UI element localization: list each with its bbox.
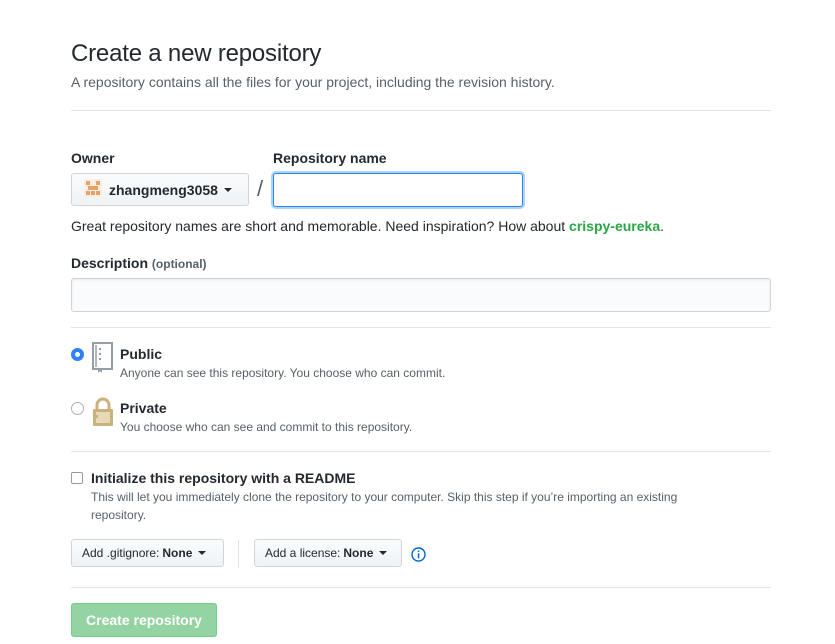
public-description: Anyone can see this repository. You choo… [120,366,446,380]
owner-label: Owner [71,150,115,166]
description-input[interactable] [71,278,771,312]
readme-checkbox[interactable] [71,472,83,484]
gitignore-dropdown[interactable]: Add .gitignore: None [71,539,224,567]
page-subtitle: A repository contains all the files for … [71,74,555,90]
public-radio[interactable] [71,348,84,361]
license-value: None [343,546,374,560]
vertical-divider [238,540,239,568]
owner-avatar [84,179,109,200]
chevron-down-icon [223,187,232,192]
divider [71,110,771,111]
divider [71,327,771,328]
license-dropdown[interactable]: Add a license: None [254,539,402,567]
readme-note-line2: repository. [91,508,147,522]
description-label-text: Description [71,255,149,271]
owner-value: zhangmeng3058 [109,181,218,198]
owner-dropdown[interactable]: zhangmeng3058 [71,173,249,206]
hint-text: Great repository names are short and mem… [71,218,570,234]
repo-book-icon [90,342,116,379]
gitignore-value: None [162,546,193,560]
private-radio[interactable] [71,402,84,415]
chevron-down-icon [379,551,388,555]
gitignore-label: Add .gitignore: [82,546,160,560]
divider [71,451,771,452]
info-icon[interactable] [411,547,426,567]
owner-repo-separator: / [257,176,264,201]
repo-name-input[interactable] [273,173,523,207]
page-title: Create a new repository [71,40,322,67]
description-label: Description (optional) [71,255,207,271]
lock-icon [90,396,116,433]
optional-tag: (optional) [151,257,207,271]
hint-end: . [660,218,664,234]
private-description: You choose who can see and commit to thi… [120,420,413,434]
repo-name-hint: Great repository names are short and mem… [71,218,664,234]
divider [71,587,771,588]
license-label: Add a license: [265,546,341,560]
private-title: Private [120,400,167,416]
create-repository-button[interactable]: Create repository [71,603,217,637]
chevron-down-icon [198,551,207,555]
readme-note-line1: This will let you immediately clone the … [91,490,678,504]
name-suggestion-link[interactable]: crispy-eureka [569,218,660,234]
readme-title[interactable]: Initialize this repository with a README [91,470,355,486]
public-title: Public [120,346,163,362]
repo-name-label: Repository name [273,150,387,166]
